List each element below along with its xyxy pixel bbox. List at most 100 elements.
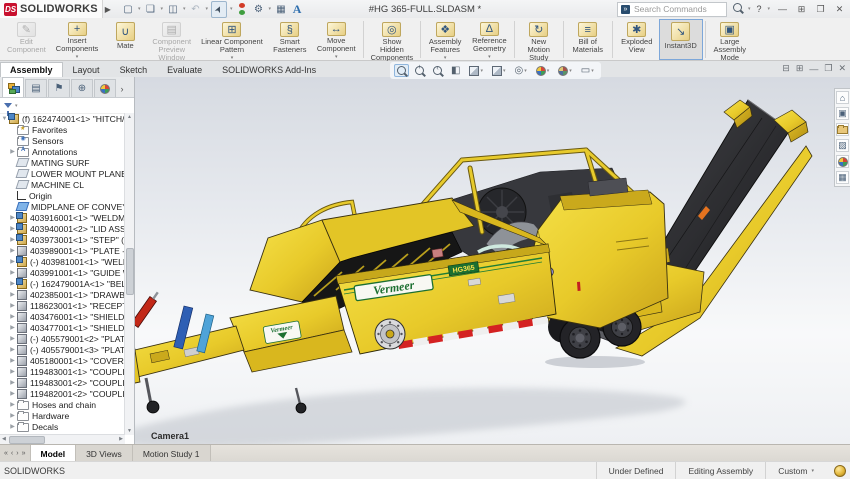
tab-scroll-first-icon[interactable]: « xyxy=(3,450,9,457)
ribbon-button-linear-component-pattern[interactable]: ⊞Linear ComponentPattern▾ xyxy=(196,19,268,60)
view-settings-icon[interactable]: ▭▾ xyxy=(578,64,597,78)
bottom-tab-3d-views[interactable]: 3D Views xyxy=(76,445,133,462)
tree-item-403916001-1-weldmen[interactable]: ▶403916001<1> "WELDMEN xyxy=(0,212,125,223)
model-3d-vermeer-grinder[interactable]: Vermeer HG365 xyxy=(135,77,850,444)
view-settings-dropdown-icon[interactable]: ▾ xyxy=(591,68,594,74)
scroll-down-icon[interactable]: ▼ xyxy=(125,428,134,434)
tree-item-403477001-1-shield-a[interactable]: ▶403477001<1> "SHIELD - A xyxy=(0,322,125,333)
display-style-dropdown-icon[interactable]: ▾ xyxy=(503,68,506,74)
scroll-right-icon[interactable]: ▶ xyxy=(119,436,123,442)
tree-item-mating-surf[interactable]: MATING SURF xyxy=(0,157,125,168)
tree-expand-icon[interactable]: ▶ xyxy=(8,412,17,419)
ribbon-button-exploded-view[interactable]: ✱ExplodedView xyxy=(615,19,659,60)
open-dropdown-icon[interactable]: ▾ xyxy=(160,6,163,12)
ribbon-button-reference-geometry[interactable]: ∆ReferenceGeometry▾ xyxy=(467,19,512,60)
view-orientation-icon[interactable]: ▾ xyxy=(466,64,486,78)
edit-appearance-icon[interactable]: ▾ xyxy=(533,64,553,78)
tree-item-machine-cl[interactable]: MACHINE CL xyxy=(0,179,125,190)
tree-item-403989001-1-plate-hc[interactable]: ▶403989001<1> "PLATE - HC xyxy=(0,245,125,256)
reference-geometry-dropdown-icon[interactable]: ▾ xyxy=(488,54,491,59)
pane-right-icon[interactable]: ⊞ xyxy=(796,63,804,74)
ribbon-button-new-motion-study[interactable]: ↻NewMotionStudy xyxy=(517,19,561,60)
section-view-icon[interactable]: ◧ xyxy=(448,64,463,78)
tree-expand-icon[interactable]: ▶ xyxy=(8,390,17,397)
tab-solidworks-add-ins[interactable]: SOLIDWORKS Add-Ins xyxy=(212,62,326,77)
filter-icon[interactable] xyxy=(4,103,12,108)
apply-scene-dropdown-icon[interactable]: ▾ xyxy=(569,68,572,74)
tree-item-lower-mount-plane[interactable]: LOWER MOUNT PLANE xyxy=(0,168,125,179)
tree-expand-icon[interactable]: ▶ xyxy=(8,368,17,375)
tree-item-origin[interactable]: Origin xyxy=(0,190,125,201)
panel-tab-overflow[interactable]: › xyxy=(117,80,127,97)
tree-expand-icon[interactable]: ▶ xyxy=(8,291,17,298)
panel-tab-dimxpertmanager[interactable]: ⊕ xyxy=(71,79,93,97)
tree-item-favorites[interactable]: Favorites xyxy=(0,124,125,135)
tree-expand-icon[interactable]: ▶ xyxy=(8,269,17,276)
tree-expand-icon[interactable]: ▶ xyxy=(8,148,17,155)
undo-icon[interactable]: ↶ xyxy=(188,2,202,17)
tree-item-405180001-1-cover-w[interactable]: ▶405180001<1> "COVER - W xyxy=(0,355,125,366)
ribbon-button-large-assembly-mode[interactable]: ▣LargeAssemblyMode xyxy=(708,19,752,60)
scroll-up-icon[interactable]: ▲ xyxy=(125,114,134,120)
tab-evaluate[interactable]: Evaluate xyxy=(157,62,212,77)
machine-part-hitch-tongue[interactable]: Vermeer xyxy=(135,290,352,413)
tree-item-403476001-1-shield-a[interactable]: ▶403476001<1> "SHIELD - A xyxy=(0,311,125,322)
ribbon-button-smart-fasteners[interactable]: §SmartFasteners xyxy=(268,19,312,60)
tree-expand-icon[interactable]: ▶ xyxy=(8,247,17,254)
gold-ball-icon[interactable] xyxy=(834,465,846,477)
tree-item-f-162474001-1-hitch-too[interactable]: ▼(f) 162474001<1> "HITCH/TOO xyxy=(0,113,125,124)
panel-tab-propertymanager[interactable]: ▤ xyxy=(25,79,47,97)
taskpane-home-icon[interactable]: ⌂ xyxy=(836,91,849,104)
tab-sketch[interactable]: Sketch xyxy=(110,62,158,77)
doc-close-button[interactable]: ✕ xyxy=(838,63,846,74)
search-icon[interactable] xyxy=(733,3,742,15)
restore-button[interactable]: ❐ xyxy=(814,4,827,15)
taskpane-custom-properties-icon[interactable]: ▦ xyxy=(836,171,849,184)
zoom-to-fit-icon[interactable] xyxy=(394,64,409,77)
bottom-tab-motion-study-1[interactable]: Motion Study 1 xyxy=(133,445,211,462)
tree-item-162479001a-1-belt-f[interactable]: ▶(-) 162479001A<1> "BELT F xyxy=(0,278,125,289)
save-dropdown-icon[interactable]: ▾ xyxy=(183,6,186,12)
select-icon[interactable]: ➤ xyxy=(211,1,227,18)
apply-scene-icon[interactable]: ▾ xyxy=(555,64,575,78)
insert-components-dropdown-icon[interactable]: ▾ xyxy=(76,54,79,59)
tree-vertical-scrollbar[interactable]: ▲ ▼ xyxy=(124,113,134,435)
task-window-icon[interactable]: ▦ xyxy=(274,2,288,17)
tree-item-119483001-2-coupling[interactable]: ▶119483001<2> "COUPLING xyxy=(0,377,125,388)
config-dropdown-icon[interactable]: ▾ xyxy=(811,468,814,474)
search-dropdown-icon[interactable]: ▾ xyxy=(748,6,751,12)
ribbon-button-move-component[interactable]: ↔MoveComponent▾ xyxy=(312,19,361,60)
undo-dropdown-icon[interactable]: ▾ xyxy=(205,6,208,12)
tree-expand-icon[interactable]: ▶ xyxy=(8,313,17,320)
ribbon-button-assembly-features[interactable]: ❖AssemblyFeatures▾ xyxy=(423,19,467,60)
maximize-button[interactable]: ⊞ xyxy=(795,4,808,15)
new-file-icon[interactable]: ▢ xyxy=(121,2,135,17)
doc-restore-button[interactable]: ❐ xyxy=(824,63,832,74)
hide-show-items-icon[interactable]: ◎▾ xyxy=(511,64,529,78)
tab-assembly[interactable]: Assembly xyxy=(0,62,63,77)
ribbon-button-instant3d[interactable]: ↘Instant3D xyxy=(659,19,703,60)
view-orientation-dropdown-icon[interactable]: ▾ xyxy=(480,68,483,74)
taskpane-file-explorer-icon[interactable] xyxy=(836,123,849,136)
tree-item-midplane-of-conveyor[interactable]: MIDPLANE OF CONVEYOR xyxy=(0,201,125,212)
tab-scroll-last-icon[interactable]: » xyxy=(21,450,27,457)
minimize-button[interactable]: — xyxy=(776,4,789,14)
menu-expand-arrow[interactable]: ▶ xyxy=(105,5,111,14)
tree-item-405579001-3-plate[interactable]: ▶(-) 405579001<3> "PLATE - xyxy=(0,344,125,355)
tree-item-annotations[interactable]: ▶Annotations xyxy=(0,146,125,157)
tree-item-119483001-1-coupling[interactable]: ▶119483001<1> "COUPLING xyxy=(0,366,125,377)
assembly-features-dropdown-icon[interactable]: ▾ xyxy=(444,55,447,60)
ribbon-button-insert-components[interactable]: +InsertComponents▾ xyxy=(51,19,104,60)
tab-layout[interactable]: Layout xyxy=(63,62,110,77)
tree-item-402385001-1-drawbar[interactable]: ▶402385001<1> "DRAWBAR xyxy=(0,289,125,300)
tree-item-sensors[interactable]: Sensors xyxy=(0,135,125,146)
save-icon[interactable]: ◫ xyxy=(166,2,180,17)
help-dropdown-icon[interactable]: ▾ xyxy=(767,6,770,12)
close-button[interactable]: ✕ xyxy=(833,4,846,15)
tree-expand-icon[interactable]: ▶ xyxy=(8,423,17,430)
tree-item-403981001-1-weldm[interactable]: ▶(-) 403981001<1> "WELDM xyxy=(0,256,125,267)
tree-item-403940001-2-lid-assy-h[interactable]: ▶403940001<2> "LID ASSY, H xyxy=(0,223,125,234)
filter-dropdown-icon[interactable]: ▾ xyxy=(15,103,18,109)
display-style-icon[interactable]: ▾ xyxy=(489,64,509,78)
appearance-a-icon[interactable]: A xyxy=(290,2,304,17)
